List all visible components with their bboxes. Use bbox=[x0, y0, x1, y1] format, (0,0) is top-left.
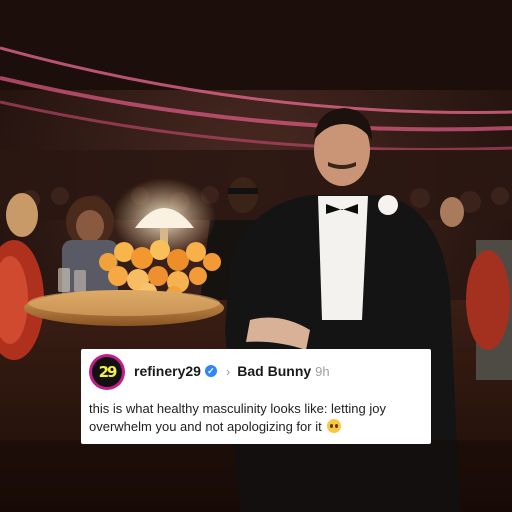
post-header: refinery29 ✓ › Bad Bunny 9h bbox=[134, 362, 330, 380]
drinking-glass bbox=[74, 270, 86, 292]
verified-badge-icon: ✓ bbox=[204, 365, 217, 377]
chevron-right-icon: › bbox=[225, 363, 231, 379]
guest-right-face bbox=[440, 197, 464, 227]
pleading-face-emoji-icon bbox=[327, 419, 342, 433]
drinking-glass bbox=[58, 268, 70, 292]
table-highlight bbox=[28, 290, 220, 316]
refinery29-avatar[interactable]: 29 bbox=[89, 354, 125, 390]
timestamp: 9h bbox=[315, 363, 330, 379]
avatar-logo-text: 29 bbox=[92, 357, 122, 387]
upper-balcony bbox=[0, 0, 512, 90]
username[interactable]: refinery29 bbox=[134, 363, 201, 379]
floor-shadow bbox=[0, 440, 512, 512]
red-chair-right bbox=[466, 250, 510, 350]
post-caption: this is what healthy masculinity looks l… bbox=[89, 400, 425, 436]
boutonniere bbox=[378, 195, 398, 215]
social-post-card[interactable]: 29 refinery29 ✓ › Bad Bunny 9h this is w… bbox=[81, 349, 431, 444]
guest-glasses bbox=[228, 188, 258, 194]
guest-face bbox=[76, 210, 104, 242]
stage: 29 refinery29 ✓ › Bad Bunny 9h this is w… bbox=[0, 0, 512, 512]
white-shirt bbox=[318, 196, 368, 320]
caption-text: this is what healthy masculinity looks l… bbox=[89, 401, 386, 434]
guest-glasses-face bbox=[228, 177, 258, 213]
guest-blonde bbox=[6, 193, 38, 237]
reply-target-username[interactable]: Bad Bunny bbox=[237, 363, 311, 379]
